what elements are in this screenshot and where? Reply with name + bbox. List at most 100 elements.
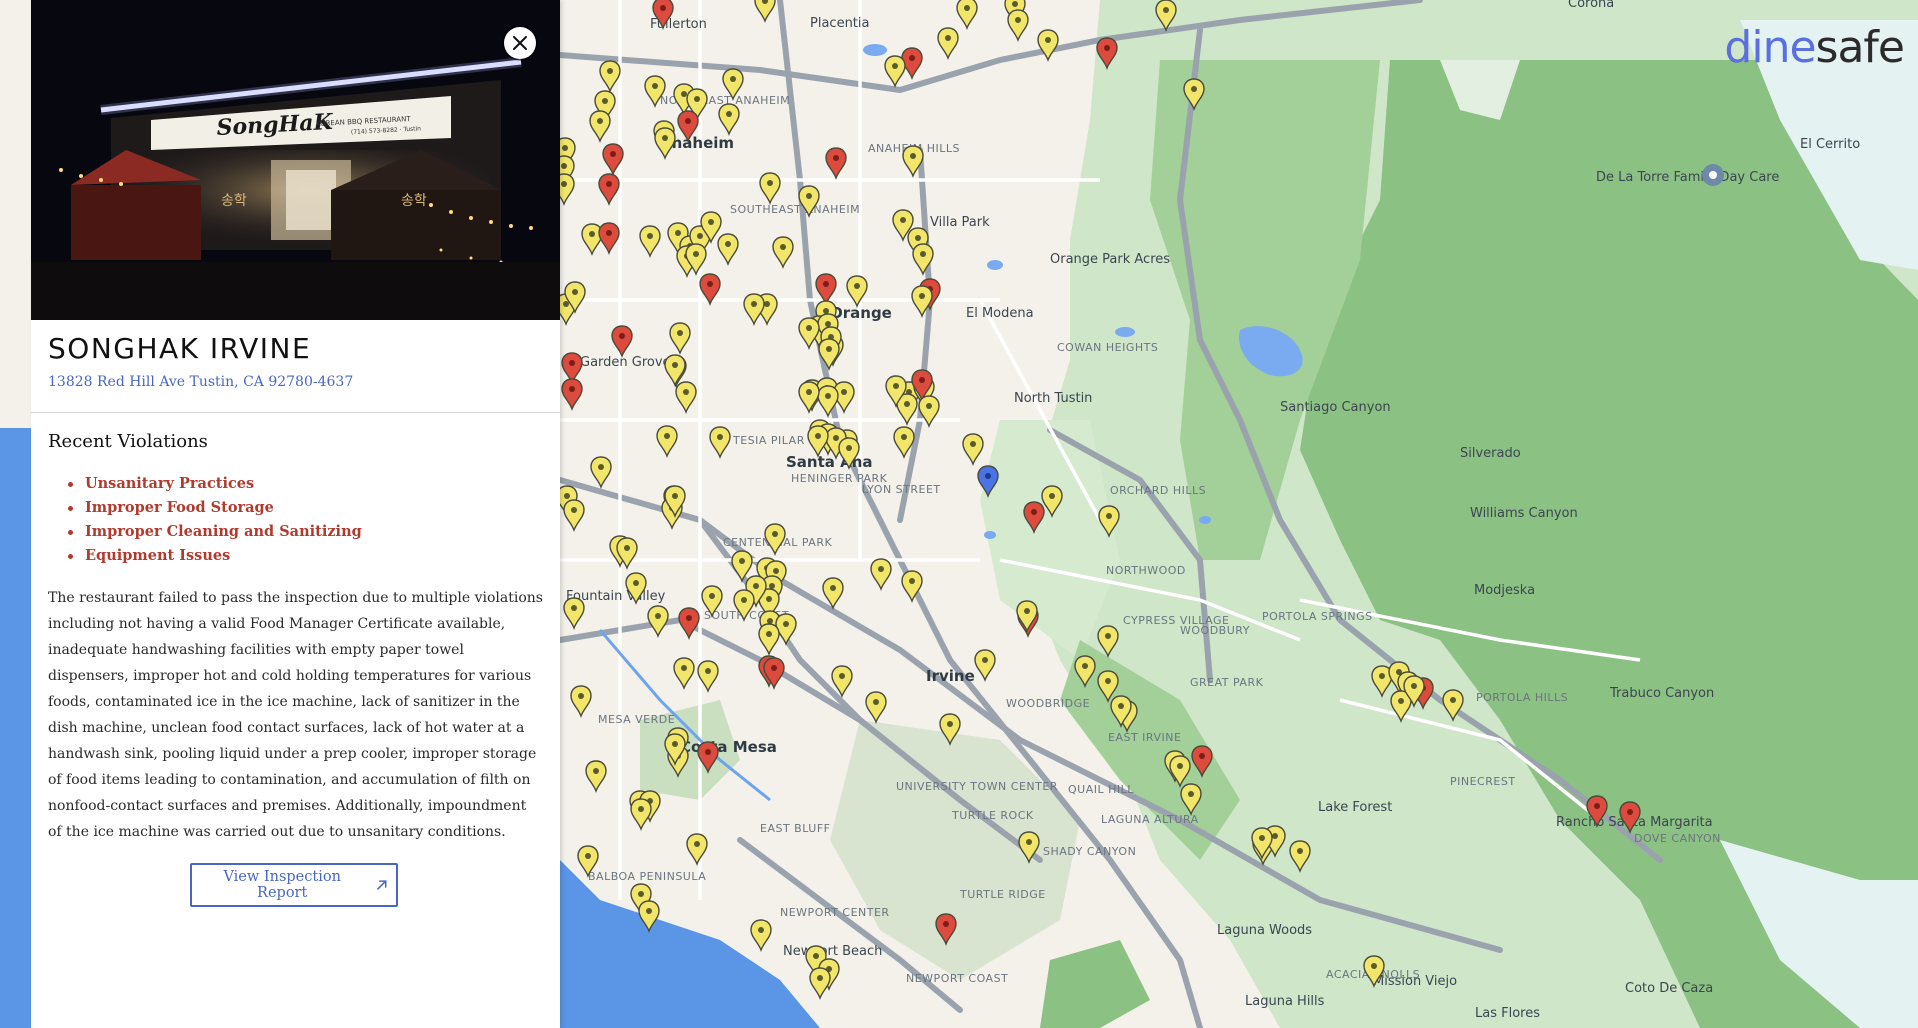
- map-pin-dot: [947, 721, 953, 727]
- map-pin-dot: [1191, 86, 1197, 92]
- map-pin-dot: [693, 251, 699, 257]
- map-pin-dot: [726, 111, 732, 117]
- map-pin-dot: [585, 853, 591, 859]
- map-label-orange-park-acres: Orange Park Acres: [1050, 252, 1170, 267]
- map-pin-dot: [652, 83, 658, 89]
- map-pin-dot: [1371, 963, 1377, 969]
- map-pin-dot: [772, 531, 778, 537]
- map-pin-dot: [806, 193, 812, 199]
- map-pin-dot: [830, 585, 836, 591]
- map-pin-dot: [854, 283, 860, 289]
- map-pin-dot: [910, 153, 916, 159]
- map-pin-dot: [564, 493, 570, 499]
- map-label-costa-mesa: Costa Mesa: [680, 738, 777, 756]
- divider: [31, 412, 560, 413]
- map-pin-dot: [823, 281, 829, 287]
- violations-heading: Recent Violations: [48, 431, 208, 452]
- map-pin-dot: [1104, 45, 1110, 51]
- map-label-tesia-pilar: TESIA PILAR: [732, 434, 805, 447]
- map-pin-dot: [1188, 791, 1194, 797]
- map-pin-dot: [1594, 803, 1600, 809]
- map-label-portola-hills: PORTOLA HILLS: [1476, 691, 1568, 704]
- dinesafe-logo: dinesafe: [1724, 26, 1905, 70]
- map-label-irvine: Irvine: [926, 667, 975, 685]
- map-pin-dot: [766, 631, 772, 637]
- map-pin-dot: [764, 301, 770, 307]
- map-pin-dot: [915, 235, 921, 241]
- map-pin-dot: [878, 566, 884, 572]
- map-pin-dot: [708, 219, 714, 225]
- map-label-utc: UNIVERSITY TOWN CENTER: [896, 780, 1058, 793]
- map-pin-dot: [1106, 513, 1112, 519]
- logo-dine: dine: [1724, 22, 1816, 73]
- map-pin-dot: [767, 180, 773, 186]
- map-label-laguna-hills: Laguna Hills: [1245, 994, 1325, 1009]
- map-pin-dot: [709, 593, 715, 599]
- restaurant-name: SONGHAK IRVINE: [48, 332, 312, 365]
- map-pin-dot: [920, 251, 926, 257]
- map-label-villa-park: Villa Park: [930, 215, 990, 230]
- map-pin-dot: [571, 605, 577, 611]
- map-pin-dot: [589, 231, 595, 237]
- map-pin-dot: [1627, 809, 1633, 815]
- inspection-summary: The restaurant failed to pass the inspec…: [48, 590, 543, 840]
- map-label-dove-canyon: DOVE CANYON: [1634, 832, 1721, 845]
- map-pin-dot: [1045, 37, 1051, 43]
- map-pin-dot: [685, 118, 691, 124]
- map-pin-dot: [672, 741, 678, 747]
- map-pin-dot: [833, 435, 839, 441]
- map-pin-dot: [681, 91, 687, 97]
- map-label-trabuco-canyon: Trabuco Canyon: [1609, 686, 1714, 701]
- map-label-el-modena: El Modena: [966, 306, 1034, 321]
- map-pin-dot: [717, 434, 723, 440]
- map-pin-dot: [780, 244, 786, 250]
- map-label-santa-ana: Santa Ana: [786, 453, 873, 471]
- violation-item: Equipment Issues: [68, 544, 362, 568]
- map-pin-dot: [823, 308, 829, 314]
- map-label-northwood: NORTHWOOD: [1106, 564, 1186, 577]
- map-pin-dot: [633, 580, 639, 586]
- violations-list: Unsanitary Practices Improper Food Stora…: [48, 472, 362, 568]
- map-pin-dot: [900, 217, 906, 223]
- map-pin-dot: [1026, 839, 1032, 845]
- map-pin-dot: [655, 613, 661, 619]
- photo-tent-text-2: 송학: [401, 193, 427, 209]
- map-pin-dot: [773, 568, 779, 574]
- violation-item: Unsanitary Practices: [68, 472, 362, 496]
- map-pin-dot: [672, 493, 678, 499]
- map-pin-dot: [1105, 678, 1111, 684]
- view-inspection-report-button[interactable]: View Inspection Report: [190, 863, 398, 907]
- map-label-cowan-heights: COWAN HEIGHTS: [1057, 341, 1158, 354]
- map-label-orchard-hills: ORCHARD HILLS: [1110, 484, 1206, 497]
- map-pin-dot: [919, 377, 925, 383]
- map-pin-dot: [561, 181, 567, 187]
- map-pin-dot: [1177, 763, 1183, 769]
- map-label-woodbridge: WOODBRIDGE: [1006, 697, 1090, 710]
- map-pin-dot: [964, 5, 970, 11]
- map-pin-dot: [806, 389, 812, 395]
- day-care-marker-icon[interactable]: [1702, 164, 1724, 186]
- map-label-great-park: GREAT PARK: [1190, 676, 1264, 689]
- map-label-santiago-canyon: Santiago Canyon: [1280, 400, 1391, 415]
- map-pin-dot: [815, 433, 821, 439]
- close-button[interactable]: [504, 27, 536, 59]
- map-label-east-bluff: EAST BLUFF: [760, 822, 831, 835]
- map-pin-dot: [707, 281, 713, 287]
- map-pin-dot: [638, 806, 644, 812]
- map-pin-dot: [694, 841, 700, 847]
- map-pin-dot: [1031, 509, 1037, 515]
- map-pin-dot: [1398, 698, 1404, 704]
- map-label-quail-hill: QUAIL HILL: [1068, 783, 1134, 796]
- map-label-newport-coast: NEWPORT COAST: [906, 972, 1008, 985]
- map-pin-dot: [1118, 703, 1124, 709]
- map-pin-dot: [598, 464, 604, 470]
- restaurant-address: 13828 Red Hill Ave Tustin, CA 92780-4637: [48, 374, 354, 390]
- logo-safe: safe: [1815, 22, 1905, 73]
- map-pin-dot: [664, 433, 670, 439]
- map-pin-dot: [825, 321, 831, 327]
- map-label-balboa: BALBOA PENINSULA: [588, 870, 706, 883]
- map-label-north-tustin: North Tustin: [1014, 391, 1092, 406]
- map-pin-dot: [758, 927, 764, 933]
- map-pin-dot: [572, 289, 578, 295]
- map-pin-dot: [833, 155, 839, 161]
